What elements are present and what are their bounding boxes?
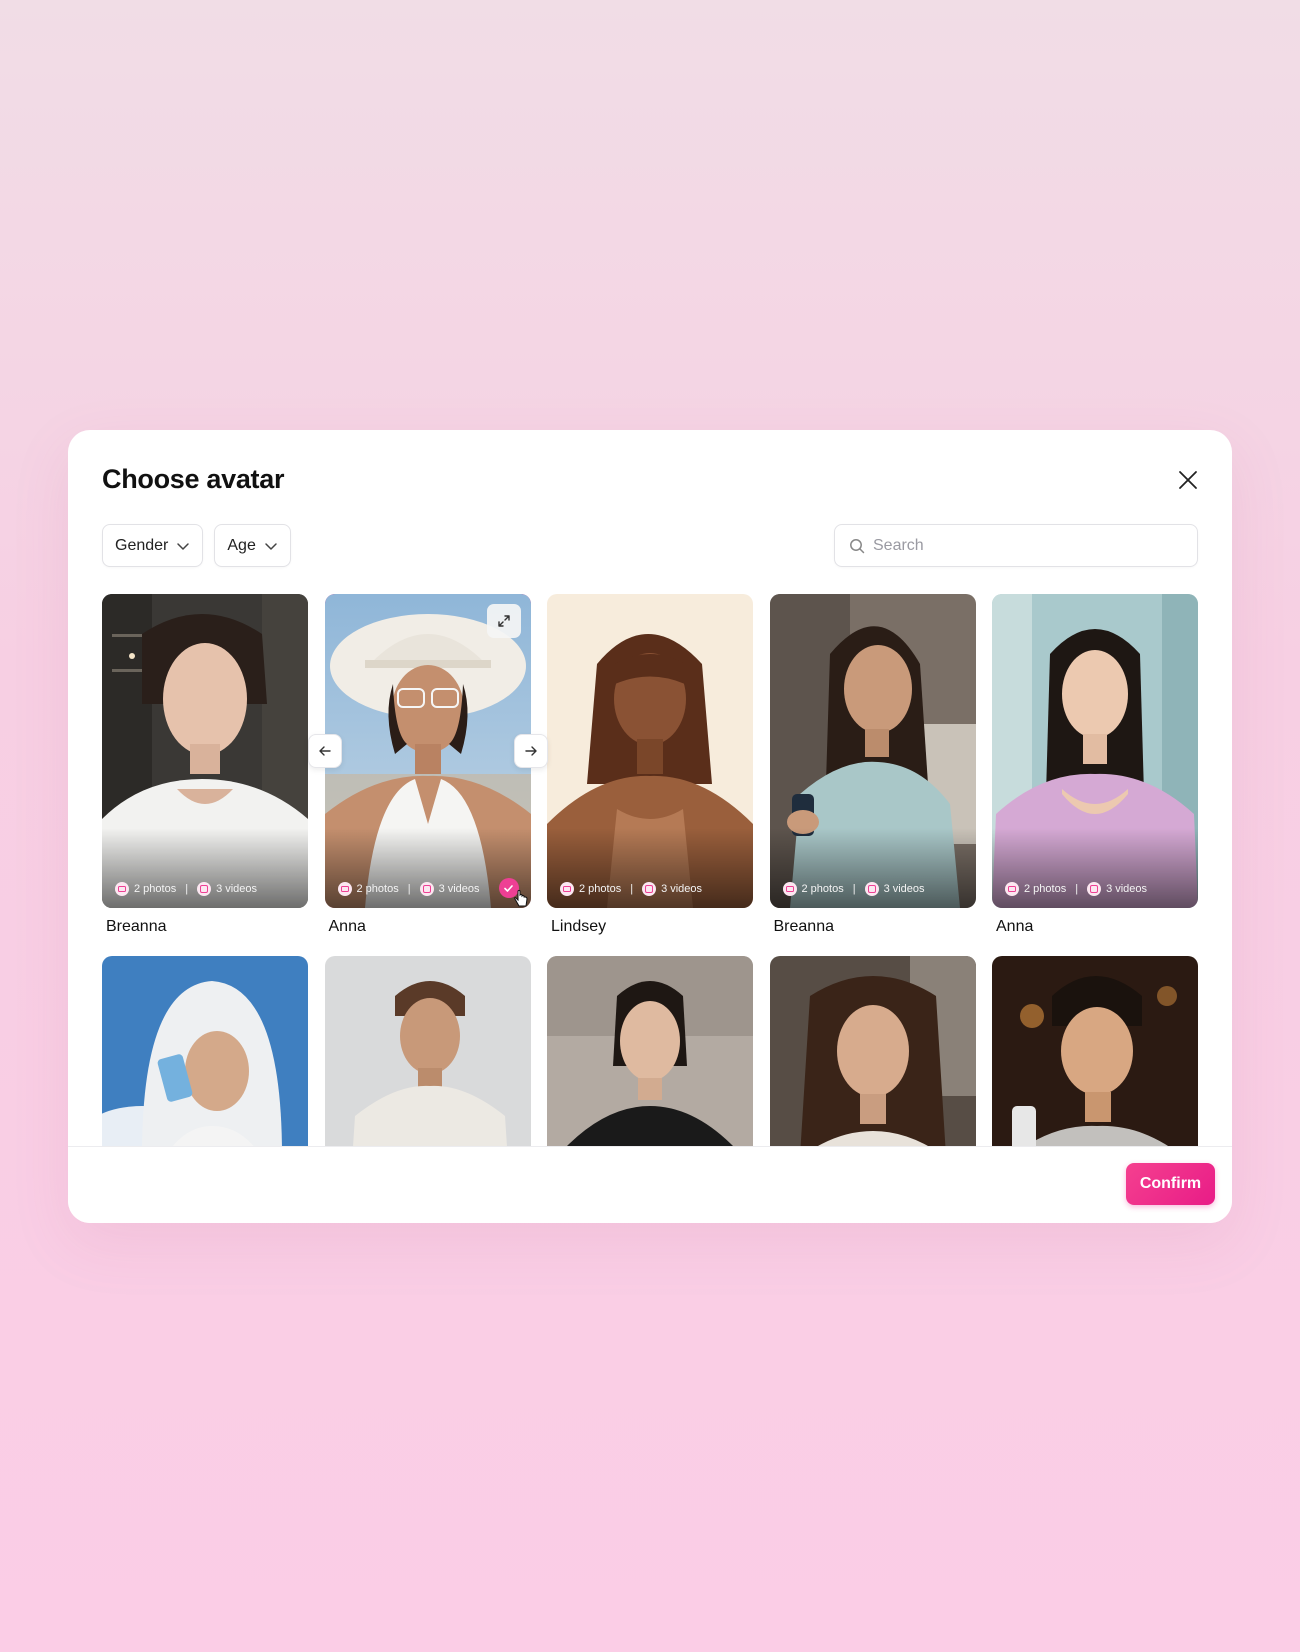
- gender-filter-dropdown[interactable]: Gender: [102, 524, 204, 567]
- avatar-portrait: [324, 956, 531, 1146]
- age-filter-label: Age: [227, 536, 256, 554]
- avatar-media-stats: 2 photos | 3 videos: [560, 882, 702, 896]
- avatar-name: Anna: [996, 918, 1034, 935]
- stat-divider: |: [407, 883, 411, 895]
- avatar-name: Breanna: [106, 918, 167, 935]
- search-icon: [850, 538, 865, 553]
- stat-divider: |: [630, 883, 634, 895]
- video-icon: [642, 882, 657, 896]
- close-button[interactable]: [1174, 466, 1202, 494]
- expand-icon: [497, 615, 510, 627]
- photo-icon: [782, 882, 797, 896]
- chevron-down-icon: [265, 542, 277, 550]
- avatar-image: 2 photos | 3 videos: [769, 594, 976, 908]
- modal-footer: Confirm: [68, 1146, 1232, 1223]
- avatar-name: Anna: [328, 918, 366, 935]
- photo-count: 2 photos: [579, 883, 622, 895]
- gender-filter-label: Gender: [115, 536, 169, 554]
- video-count: 3 videos: [438, 883, 480, 895]
- avatar-portrait: [547, 956, 753, 1146]
- avatar-image: [992, 956, 1198, 1146]
- stat-divider: |: [185, 883, 189, 895]
- avatar-image: [324, 956, 531, 1146]
- filter-bar: Gender Age: [102, 524, 291, 567]
- photo-count: 2 photos: [801, 883, 844, 895]
- arrow-left-icon: [318, 746, 331, 756]
- photo-icon: [1005, 882, 1019, 896]
- hand-cursor-icon: [513, 890, 528, 907]
- previous-image-button[interactable]: [307, 734, 342, 768]
- avatar-image: 2 photos | 3 videos: [992, 594, 1198, 908]
- video-icon: [1087, 882, 1102, 896]
- stat-divider: |: [1075, 883, 1079, 895]
- avatar-media-stats: 2 photos | 3 videos: [115, 882, 257, 896]
- image-overlay: [547, 828, 753, 908]
- avatar-image: [547, 956, 753, 1146]
- avatar-grid: 2 photos | 3 videos Breanna 2 photos | 3…: [102, 594, 1198, 1146]
- photo-count: 2 photos: [134, 883, 177, 895]
- arrow-right-icon: [524, 746, 537, 756]
- image-overlay: [769, 828, 976, 908]
- avatar-media-stats: 2 photos | 3 videos: [782, 882, 925, 896]
- avatar-image: 2 photos | 3 videos: [324, 594, 531, 908]
- photo-icon: [115, 882, 129, 896]
- avatar-image: [102, 956, 308, 1146]
- video-icon: [419, 882, 434, 896]
- photo-icon: [560, 882, 574, 896]
- avatar-media-stats: 2 photos | 3 videos: [337, 882, 480, 896]
- avatar-card-selected[interactable]: 2 photos | 3 videos Anna: [307, 594, 548, 942]
- avatar-card[interactable]: 2 photos | 3 videos Lindsey: [547, 594, 753, 942]
- avatar-portrait: [992, 956, 1198, 1146]
- age-filter-dropdown[interactable]: Age: [214, 524, 291, 567]
- avatar-media-stats: 2 photos | 3 videos: [1005, 882, 1147, 896]
- chevron-down-icon: [177, 542, 190, 550]
- avatar-portrait: [102, 956, 308, 1146]
- avatar-image: [769, 956, 976, 1146]
- video-count: 3 videos: [883, 883, 925, 895]
- photo-icon: [337, 882, 352, 896]
- avatar-card[interactable]: [992, 956, 1198, 1146]
- confirm-button[interactable]: Confirm: [1126, 1163, 1215, 1205]
- modal-title: Choose avatar: [102, 464, 285, 494]
- avatar-card[interactable]: [547, 956, 753, 1146]
- search-input[interactable]: [873, 536, 1183, 555]
- stat-divider: |: [852, 883, 856, 895]
- expand-button[interactable]: [486, 604, 521, 638]
- avatar-name: Breanna: [773, 918, 835, 935]
- photo-count: 2 photos: [1024, 883, 1067, 895]
- avatar-card[interactable]: [324, 956, 531, 1146]
- image-overlay: [992, 828, 1198, 908]
- search-field[interactable]: [834, 524, 1198, 567]
- avatar-grid-scroll[interactable]: 2 photos | 3 videos Breanna 2 photos | 3…: [102, 594, 1198, 1146]
- image-overlay: [324, 828, 531, 908]
- choose-avatar-modal: Choose avatar Gender Age Search 2 photos…: [68, 430, 1232, 1223]
- avatar-card[interactable]: [102, 956, 308, 1146]
- avatar-portrait: [769, 956, 976, 1146]
- avatar-image: 2 photos | 3 videos: [102, 594, 308, 908]
- avatar-name: Lindsey: [551, 918, 607, 935]
- video-icon: [197, 882, 212, 896]
- image-overlay: [102, 828, 308, 908]
- photo-count: 2 photos: [356, 883, 399, 895]
- video-count: 3 videos: [216, 883, 258, 895]
- video-count: 3 videos: [1106, 883, 1148, 895]
- next-image-button[interactable]: [513, 734, 548, 768]
- video-icon: [864, 882, 879, 896]
- avatar-image: 2 photos | 3 videos: [547, 594, 753, 908]
- avatar-card[interactable]: 2 photos | 3 videos Breanna: [102, 594, 308, 942]
- avatar-card[interactable]: 2 photos | 3 videos Anna: [992, 594, 1198, 942]
- avatar-card[interactable]: [769, 956, 976, 1146]
- close-icon: [1179, 471, 1197, 489]
- video-count: 3 videos: [661, 883, 703, 895]
- avatar-card[interactable]: 2 photos | 3 videos Breanna: [769, 594, 976, 942]
